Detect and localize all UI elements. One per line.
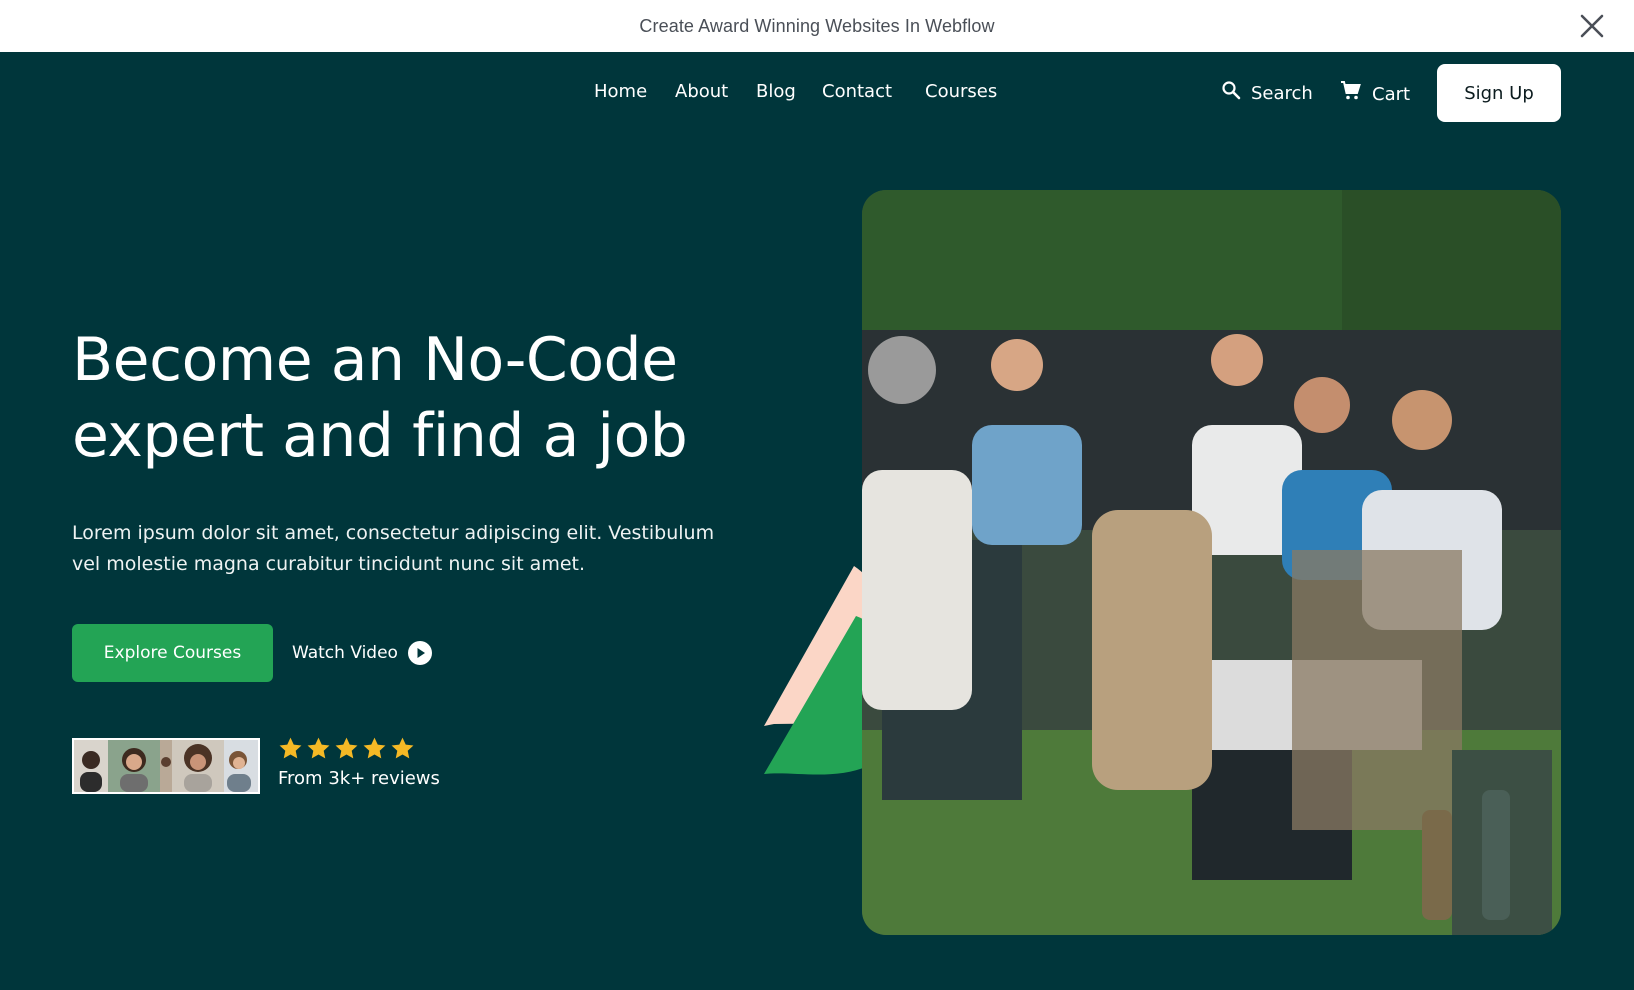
star-icon: [391, 737, 414, 759]
hero-subtitle: Lorem ipsum dolor sit amet, consectetur …: [72, 518, 752, 580]
reviewer-avatars: [72, 738, 260, 794]
nav-link-contact[interactable]: Contact: [822, 80, 892, 104]
announcement-bar: Create Award Winning Websites In Webflow: [0, 0, 1634, 52]
hero-photo: [862, 190, 1561, 935]
nav-link-about[interactable]: About: [675, 80, 728, 104]
avatar: [160, 740, 172, 792]
star-icon: [363, 737, 386, 759]
hero-title: Become an No-Code expert and find a job: [72, 322, 772, 474]
hero-subtitle-line-1: Lorem ipsum dolor sit amet, consectetur …: [72, 522, 715, 544]
close-icon[interactable]: [1578, 12, 1606, 40]
explore-courses-button[interactable]: Explore Courses: [72, 624, 273, 682]
star-icon: [279, 737, 302, 759]
avatar: [108, 740, 160, 792]
hero-title-line-2: expert and find a job: [72, 401, 688, 471]
star-icon: [307, 737, 330, 759]
cart-icon: [1340, 80, 1362, 109]
nav-link-blog[interactable]: Blog: [756, 80, 796, 104]
watch-video-button[interactable]: Watch Video: [292, 638, 432, 668]
sign-up-button[interactable]: Sign Up: [1437, 64, 1561, 122]
avatar: [224, 740, 258, 792]
main-nav: Home About Blog Contact Courses Search C…: [0, 52, 1634, 134]
cart-label: Cart: [1372, 83, 1411, 105]
watch-video-label: Watch Video: [292, 643, 398, 663]
avatar: [74, 740, 108, 792]
cart-button[interactable]: Cart: [1340, 80, 1410, 109]
reviews-count-text: From 3k+ reviews: [278, 768, 440, 789]
star-icon: [335, 737, 358, 759]
avatar: [172, 740, 224, 792]
play-circle-icon: [407, 641, 432, 665]
search-button[interactable]: Search: [1221, 80, 1313, 107]
search-label: Search: [1251, 82, 1313, 104]
rating-stars: [278, 736, 415, 761]
hero-title-line-1: Become an No-Code: [72, 325, 678, 395]
nav-link-courses[interactable]: Courses: [925, 80, 997, 104]
hero-subtitle-line-2: vel molestie magna curabitur tincidunt n…: [72, 553, 586, 575]
nav-link-home[interactable]: Home: [594, 80, 647, 104]
announcement-text: Create Award Winning Websites In Webflow: [639, 15, 995, 36]
search-icon: [1221, 80, 1241, 107]
